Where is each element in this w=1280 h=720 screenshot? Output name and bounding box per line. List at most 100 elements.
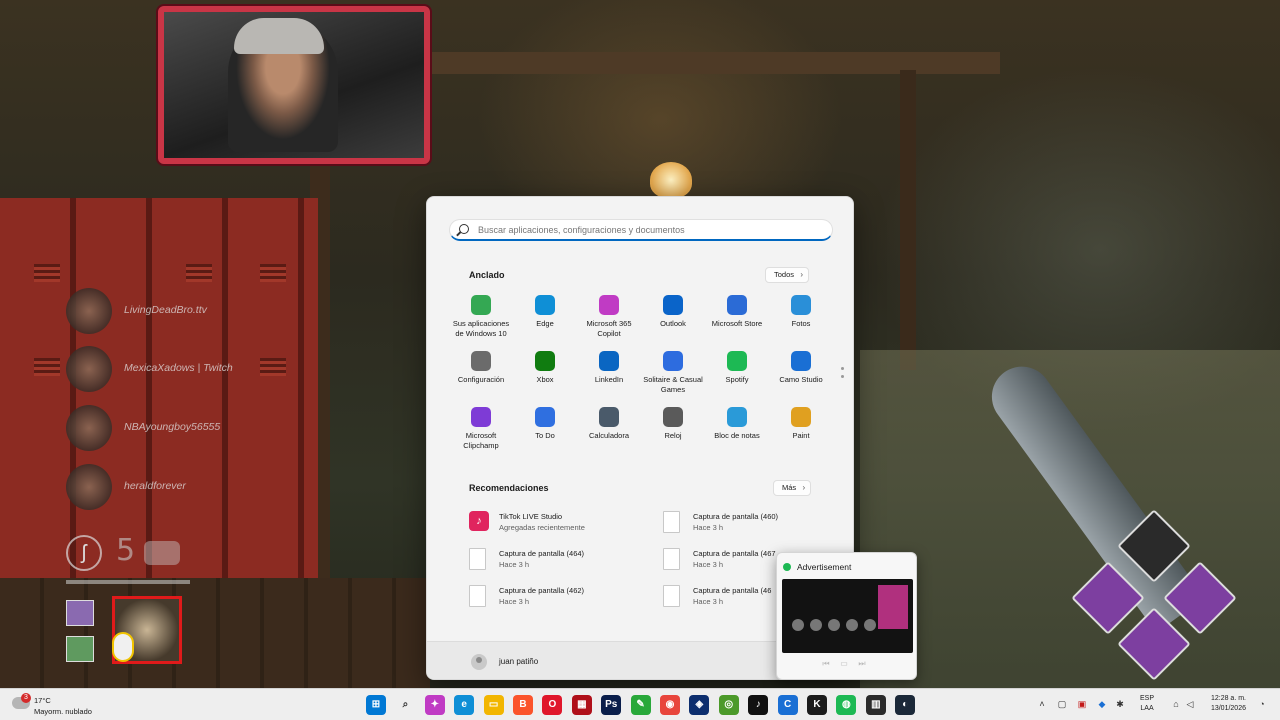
steam-icon[interactable]: ◐ <box>895 695 916 715</box>
search-taskbar-icon[interactable]: ⌕ <box>395 695 415 715</box>
tray-app-icon[interactable]: ▢ <box>1056 698 1068 710</box>
tiktok-taskbar-icon[interactable]: ♪ <box>748 695 769 715</box>
weather-temperature: 17°C <box>34 696 51 705</box>
more-label: Más <box>782 483 797 492</box>
pause-icon[interactable]: ▭ <box>835 659 853 668</box>
pinned-app[interactable]: Reloj <box>641 407 705 459</box>
copilot-taskbar-icon[interactable]: ✦ <box>424 695 445 715</box>
addon-icon <box>66 600 94 626</box>
tray-app-icon[interactable]: ▣ <box>1076 698 1088 710</box>
all-apps-label: Todos <box>774 270 795 279</box>
pinned-app[interactable]: Sus aplicaciones de Windows 10 <box>449 295 513 347</box>
pinned-app[interactable]: Fotos <box>769 295 833 347</box>
clipchamp-icon <box>471 407 491 427</box>
clock-date: 13/01/2026 <box>1210 705 1246 712</box>
previous-icon[interactable]: ⏮ <box>817 659 835 669</box>
ad-preview-thumbnail[interactable] <box>782 579 913 653</box>
pinned-section-title: Anclado <box>469 270 505 280</box>
all-apps-button[interactable]: Todos › <box>765 267 810 283</box>
power-progress-bar <box>66 580 190 584</box>
volume-icon[interactable]: ◁ <box>1184 698 1196 710</box>
recorder-icon[interactable]: ▦ <box>571 695 592 715</box>
windows-apps-icon <box>471 295 491 315</box>
recommended-item[interactable]: ♪ TikTok LIVE Studio Agregadas recientemen… <box>469 511 659 539</box>
advertisement-popup[interactable]: Advertisement ⏮ ▭ ⏭ <box>776 552 917 680</box>
recommended-item-title: TikTok LIVE Studio <box>499 512 563 521</box>
xbox-icon <box>535 351 555 371</box>
camo-taskbar-icon[interactable]: C <box>777 695 798 715</box>
user-avatar[interactable] <box>471 654 487 670</box>
pinned-app[interactable]: Microsoft Clipchamp <box>449 407 513 459</box>
weather-widget[interactable]: 3 17°C Mayorm. nublado <box>12 693 122 719</box>
recommended-item-subtitle: Hace 3 h <box>499 597 530 606</box>
pinned-app[interactable]: Xbox <box>513 351 577 403</box>
linkedin-icon <box>599 351 619 371</box>
webcam-overlay <box>158 6 430 164</box>
page-indicator[interactable] <box>841 367 845 383</box>
spotify-icon <box>783 563 791 571</box>
pinned-app[interactable]: Paint <box>769 407 833 459</box>
solitaire-icon <box>663 351 683 371</box>
kick-icon[interactable]: K <box>807 695 827 715</box>
tray-app-icon[interactable]: ✱ <box>1114 698 1126 710</box>
pinned-app-label: Camo Studio <box>779 375 823 384</box>
notifications-icon[interactable]: ◔ <box>1256 698 1268 710</box>
system-clock[interactable]: 12:28 a. m. 13/01/2026 <box>1200 694 1246 714</box>
addon-icon <box>66 636 94 662</box>
user-name[interactable]: juan patiño <box>499 657 538 666</box>
pinned-app-label: Xbox <box>536 375 554 384</box>
pinned-app[interactable]: Solitaire & Casual Games <box>641 351 705 403</box>
more-button[interactable]: Más › <box>773 480 812 496</box>
recommended-item-title: Captura de pantalla (467 <box>693 549 776 558</box>
edge-taskbar-icon[interactable]: e <box>454 695 475 715</box>
recommended-item-subtitle: Hace 3 h <box>499 560 530 569</box>
pinned-app-label: Spotify <box>725 375 749 384</box>
green-app-icon[interactable]: ✎ <box>630 695 651 715</box>
opera-icon[interactable]: O <box>542 695 563 715</box>
chevron-right-icon: › <box>802 483 806 492</box>
player-name: MexicaXadows | Twitch <box>124 362 233 374</box>
streamer-cap <box>234 18 324 54</box>
pinned-app[interactable]: Outlook <box>641 295 705 347</box>
pinned-app-label: Microsoft Store <box>711 319 763 328</box>
recommended-item[interactable]: Captura de pantalla (460) Hace 3 h <box>663 511 853 539</box>
recommended-item[interactable]: Captura de pantalla (462) Hace 3 h <box>469 585 659 613</box>
network-icon[interactable]: ⌂ <box>1170 698 1182 710</box>
recommended-item-subtitle: Hace 3 h <box>693 523 724 532</box>
recommended-item[interactable]: Captura de pantalla (464) Hace 3 h <box>469 548 659 576</box>
pinned-app[interactable]: Camo Studio <box>769 351 833 403</box>
brave-icon[interactable]: B <box>513 695 533 715</box>
hand-icon <box>144 541 180 565</box>
pinned-app[interactable]: Bloc de notas <box>705 407 769 459</box>
photoshop-icon[interactable]: Ps <box>601 695 622 715</box>
pinned-app[interactable]: Spotify <box>705 351 769 403</box>
battlenet-icon[interactable]: ◈ <box>689 695 710 715</box>
next-icon[interactable]: ⏭ <box>853 659 871 669</box>
pinned-app[interactable]: Microsoft 365 Copilot <box>577 295 641 347</box>
tray-app-icon[interactable]: ◆ <box>1096 698 1108 710</box>
player-entry: heraldforever <box>66 464 326 514</box>
pinned-app-label: Paint <box>792 431 810 440</box>
start-icon[interactable]: ⊞ <box>366 695 386 715</box>
xbox-gamebar-icon[interactable]: ◎ <box>718 695 739 715</box>
dbd-icon[interactable]: ▥ <box>865 695 886 715</box>
search-box[interactable] <box>449 219 833 241</box>
pinned-app[interactable]: Microsoft Store <box>705 295 769 347</box>
input-language[interactable]: ESP LAA <box>1140 694 1154 714</box>
ad-banner <box>878 585 908 629</box>
paint-icon <box>791 407 811 427</box>
pinned-app[interactable]: LinkedIn <box>577 351 641 403</box>
pinned-app[interactable]: Calculadora <box>577 407 641 459</box>
spotify-taskbar-icon[interactable]: ◍ <box>836 695 857 715</box>
search-input[interactable] <box>478 222 818 238</box>
player-name: NBAyoungboy56555 <box>124 421 221 433</box>
pinned-app[interactable]: To Do <box>513 407 577 459</box>
settings-icon <box>471 351 491 371</box>
chrome-icon[interactable]: ◉ <box>660 695 680 715</box>
chevron-up-icon[interactable]: ˄ <box>1036 698 1048 710</box>
pinned-app[interactable]: Configuración <box>449 351 513 403</box>
recommended-item-subtitle: Hace 3 h <box>693 597 724 606</box>
pinned-app[interactable]: Edge <box>513 295 577 347</box>
file-icon <box>663 585 680 607</box>
file-explorer-icon[interactable]: ▭ <box>483 695 504 715</box>
